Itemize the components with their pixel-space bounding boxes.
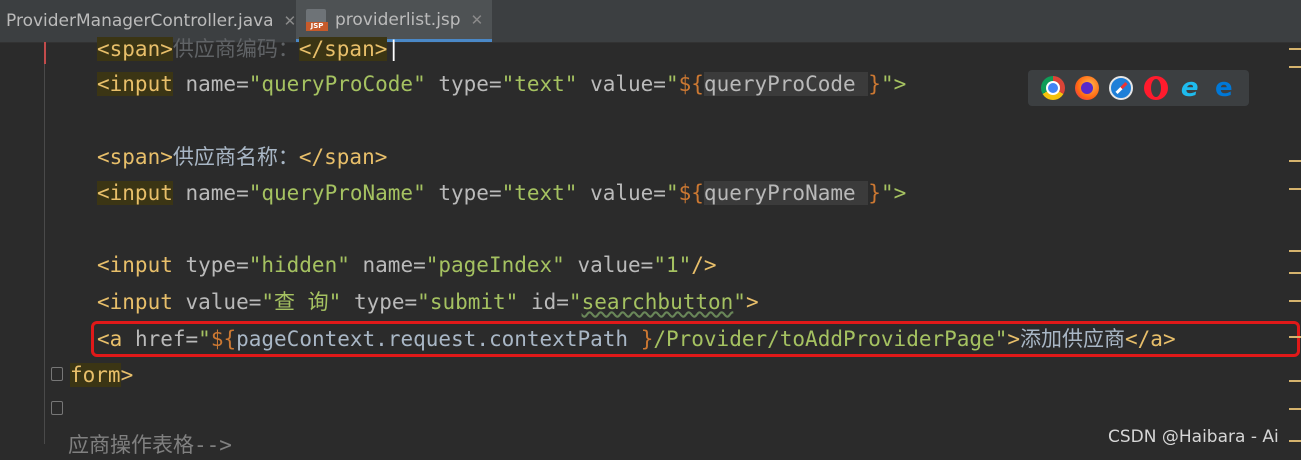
scroll-mark bbox=[1289, 380, 1301, 382]
code-line-5[interactable]: <input name="queryProName" type="text" v… bbox=[97, 178, 906, 208]
code-line-8[interactable]: <input value="查 询" type="submit" id="sea… bbox=[97, 287, 759, 317]
firefox-icon[interactable] bbox=[1075, 76, 1100, 100]
code-line-12[interactable]: 应商操作表格--> bbox=[68, 430, 232, 460]
code-line-4[interactable]: <span>供应商名称：</span> bbox=[97, 142, 387, 172]
scroll-mark bbox=[1289, 336, 1301, 338]
scroll-mark bbox=[1289, 250, 1301, 252]
scroll-mark bbox=[1289, 440, 1301, 442]
scroll-mark bbox=[1289, 48, 1301, 50]
tab-label: providerlist.jsp bbox=[335, 9, 461, 30]
change-marker bbox=[44, 42, 46, 64]
code-line-10[interactable]: form> bbox=[70, 360, 133, 390]
safari-icon[interactable] bbox=[1109, 76, 1134, 100]
code-line-1[interactable]: <span>供应商编码：</span>| bbox=[97, 34, 400, 64]
highlight-box bbox=[91, 321, 1300, 357]
code-line-7[interactable]: <input type="hidden" name="pageIndex" va… bbox=[97, 250, 717, 280]
scroll-mark bbox=[1289, 300, 1301, 302]
opera-icon[interactable] bbox=[1143, 76, 1168, 100]
close-icon[interactable]: ✕ bbox=[471, 11, 484, 29]
close-icon[interactable]: ✕ bbox=[284, 12, 297, 30]
gutter-divider bbox=[44, 64, 45, 444]
ie-icon[interactable]: e bbox=[1178, 75, 1202, 101]
jsp-file-icon bbox=[306, 8, 328, 31]
code-line-2[interactable]: <input name="queryProCode" type="text" v… bbox=[97, 69, 906, 99]
scroll-mark bbox=[1289, 160, 1301, 162]
fold-marker-icon[interactable] bbox=[51, 367, 63, 381]
scroll-mark bbox=[1289, 188, 1301, 190]
scroll-mark bbox=[1289, 66, 1301, 68]
chrome-icon[interactable] bbox=[1041, 76, 1066, 100]
edge-icon[interactable]: e bbox=[1212, 75, 1236, 101]
browser-preview-toolbar: e e bbox=[1028, 70, 1249, 106]
scroll-mark bbox=[1289, 408, 1301, 410]
tab-label: ProviderManagerController.java bbox=[6, 11, 274, 31]
scroll-mark bbox=[1289, 272, 1301, 274]
fold-marker-icon[interactable] bbox=[51, 401, 63, 415]
watermark: CSDN @Haibara - Ai bbox=[1108, 427, 1279, 447]
